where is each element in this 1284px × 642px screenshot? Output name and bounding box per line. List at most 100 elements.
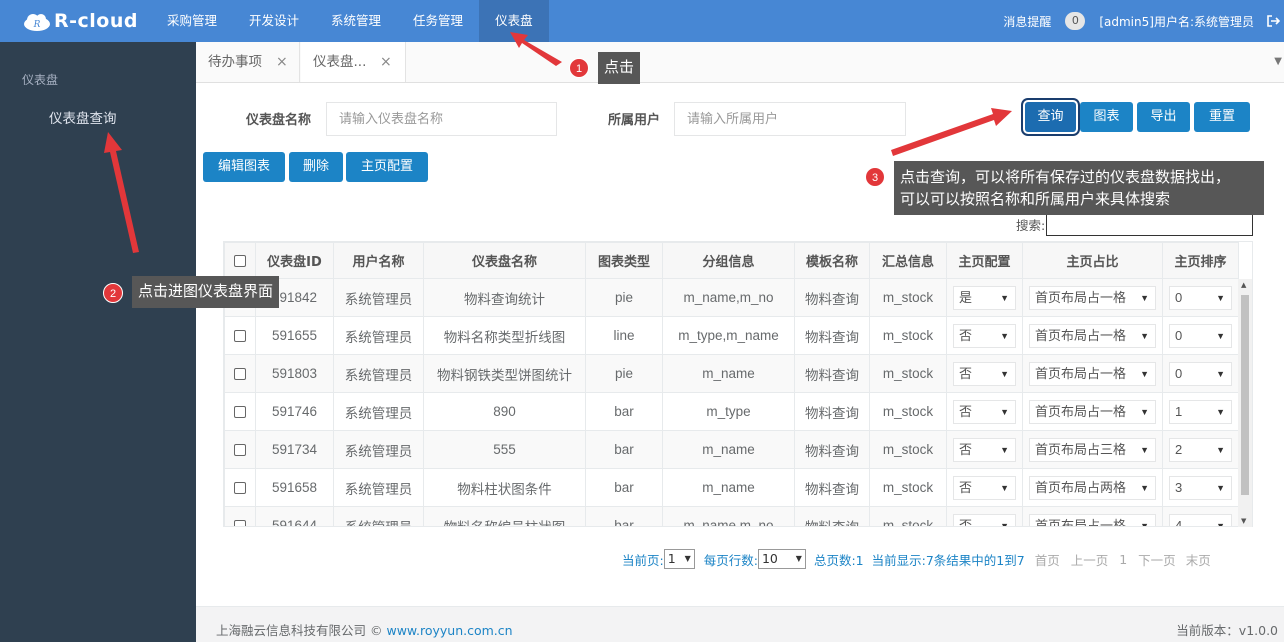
search-input[interactable]	[1046, 213, 1253, 236]
chevron-down-icon: ▼	[1140, 292, 1149, 303]
row-select-cell[interactable]	[224, 392, 256, 431]
home-config-button[interactable]: 主页配置	[346, 152, 428, 182]
row-checkbox[interactable]	[234, 330, 246, 343]
nav-procurement[interactable]: 采购管理	[151, 0, 233, 42]
column-header[interactable]: 模板名称	[794, 242, 870, 279]
annotation-callout-2: 点击进图仪表盘界面	[132, 276, 280, 308]
dashboard-id-cell: 591734	[255, 430, 334, 469]
current-page-select[interactable]: 1 ▼	[663, 549, 695, 569]
close-icon[interactable]: ×	[276, 42, 288, 82]
home-order-select[interactable]: 0 ▼	[1169, 361, 1232, 386]
home-config-select[interactable]: 否 ▼	[953, 361, 1016, 386]
chart-type-cell: bar	[585, 468, 663, 507]
row-select-cell[interactable]	[224, 316, 256, 355]
scrollbar-thumb[interactable]	[1241, 295, 1249, 495]
row-checkbox[interactable]	[234, 444, 246, 457]
nav-dashboard[interactable]: 仪表盘	[479, 0, 549, 42]
column-header[interactable]: 分组信息	[662, 242, 795, 279]
company-link[interactable]: www.royyun.com.cn	[386, 623, 512, 638]
row-checkbox[interactable]	[234, 406, 246, 419]
brand-logo[interactable]: R R-cloud	[22, 9, 138, 33]
row-select-cell[interactable]	[224, 468, 256, 507]
row-checkbox[interactable]	[234, 368, 246, 381]
edit-chart-button[interactable]: 编辑图表	[203, 152, 285, 182]
row-select-cell[interactable]	[224, 430, 256, 469]
page-size-select[interactable]: 10 ▼	[757, 549, 806, 569]
chart-button[interactable]: 图表	[1080, 102, 1133, 132]
table-row[interactable]: 591842 系统管理员 物料查询统计 pie m_name,m_no 物料查询 m_sto…	[224, 278, 1239, 317]
column-header[interactable]: 主页占比	[1022, 242, 1163, 279]
chart-type-cell: pie	[585, 278, 663, 317]
row-checkbox[interactable]	[234, 482, 246, 495]
delete-button[interactable]: 删除	[289, 152, 343, 182]
home-order-select[interactable]: 2 ▼	[1169, 437, 1232, 462]
home-ratio-select[interactable]: 首页布局占两格 ▼	[1029, 475, 1156, 500]
column-header[interactable]: 仪表盘ID	[255, 242, 334, 279]
home-ratio-select[interactable]: 首页布局占一格 ▼	[1029, 323, 1156, 348]
export-button[interactable]: 导出	[1137, 102, 1190, 132]
column-header[interactable]: 用户名称	[333, 242, 424, 279]
home-order-select[interactable]: 1 ▼	[1169, 399, 1232, 424]
reset-button[interactable]: 重置	[1194, 102, 1250, 132]
tab-todo[interactable]: 待办事项 ×	[196, 42, 300, 82]
home-config-select[interactable]: 否 ▼	[953, 513, 1016, 526]
prev-page-link[interactable]: 上一页	[1071, 550, 1109, 569]
row-checkbox[interactable]	[234, 520, 246, 526]
nav-system-mgmt[interactable]: 系统管理	[315, 0, 397, 42]
sidebar-item-dashboard-query[interactable]: 仪表盘查询	[49, 107, 117, 127]
dashboard-id-cell: 591658	[255, 468, 334, 507]
table-row[interactable]: 591746 系统管理员 890 bar m_type 物料查询 m_stock 否 ▼ 首页布局…	[224, 392, 1239, 431]
table-row[interactable]: 591734 系统管理员 555 bar m_name 物料查询 m_stock 否 ▼ 首页布局…	[224, 430, 1239, 469]
home-order-select[interactable]: 4 ▼	[1169, 513, 1232, 526]
tab-dashboard[interactable]: 仪表盘... ×	[301, 42, 406, 82]
select-all-cell[interactable]	[224, 242, 256, 279]
select-all-checkbox[interactable]	[234, 254, 246, 267]
table-row[interactable]: 591644 系统管理员 物料名称编号柱状图 bar m_name,m_no 物料查询 m_…	[224, 506, 1239, 526]
home-ratio-select[interactable]: 首页布局占一格 ▼	[1029, 285, 1156, 310]
tab-scroll-down-icon[interactable]: ▼	[1274, 56, 1282, 67]
chevron-down-icon: ▼	[1216, 482, 1225, 493]
home-ratio-select[interactable]: 首页布局占一格 ▼	[1029, 361, 1156, 386]
dashboard-name-input[interactable]: 请输入仪表盘名称	[326, 102, 557, 136]
message-count-badge[interactable]: 0	[1065, 12, 1086, 30]
home-ratio-select[interactable]: 首页布局占一格 ▼	[1029, 513, 1156, 526]
last-page-link[interactable]: 末页	[1186, 550, 1211, 569]
home-order-select[interactable]: 0 ▼	[1169, 323, 1232, 348]
first-page-link[interactable]: 首页	[1035, 550, 1060, 569]
home-config-select[interactable]: 否 ▼	[953, 399, 1016, 424]
nav-dev-design[interactable]: 开发设计	[233, 0, 315, 42]
home-order-select[interactable]: 0 ▼	[1169, 285, 1232, 310]
nav-task-mgmt[interactable]: 任务管理	[397, 0, 479, 42]
scroll-down-icon[interactable]: ▼	[1241, 517, 1246, 525]
column-header[interactable]: 图表类型	[585, 242, 663, 279]
table-row[interactable]: 591658 系统管理员 物料柱状图条件 bar m_name 物料查询 m_stock 否 ▼…	[224, 468, 1239, 507]
home-ratio-select[interactable]: 首页布局占三格 ▼	[1029, 437, 1156, 462]
logout-icon[interactable]	[1266, 14, 1281, 28]
close-icon[interactable]: ×	[380, 42, 392, 82]
query-button[interactable]: 查询	[1025, 102, 1076, 132]
page-number-link[interactable]: 1	[1119, 552, 1127, 567]
column-header[interactable]: 汇总信息	[869, 242, 947, 279]
home-config-select[interactable]: 否 ▼	[953, 323, 1016, 348]
column-header[interactable]: 主页排序	[1162, 242, 1239, 279]
home-ratio-select[interactable]: 首页布局占一格 ▼	[1029, 399, 1156, 424]
home-config-select[interactable]: 否 ▼	[953, 475, 1016, 500]
table-row[interactable]: 591655 系统管理员 物料名称类型折线图 line m_type,m_name 物料查…	[224, 316, 1239, 355]
message-label[interactable]: 消息提醒	[1003, 13, 1051, 30]
next-page-link[interactable]: 下一页	[1138, 550, 1176, 569]
home-config-select[interactable]: 否 ▼	[953, 437, 1016, 462]
table-scrollbar[interactable]: ▲ ▼	[1238, 279, 1252, 527]
owner-user-input[interactable]: 请输入所属用户	[674, 102, 906, 136]
home-order-select[interactable]: 3 ▼	[1169, 475, 1232, 500]
column-header[interactable]: 仪表盘名称	[423, 242, 586, 279]
column-header[interactable]: 主页配置	[946, 242, 1023, 279]
sidebar-group-dashboard[interactable]: 仪表盘	[22, 71, 58, 88]
row-select-cell[interactable]	[224, 506, 256, 526]
home-config-select-cell: 否 ▼	[946, 354, 1023, 393]
home-config-select[interactable]: 是 ▼	[953, 285, 1016, 310]
select-value: 2	[1175, 441, 1183, 457]
table-row[interactable]: 591803 系统管理员 物料钢铁类型饼图统计 pie m_name 物料查询 m_stoc…	[224, 354, 1239, 393]
table-header-row: 仪表盘ID 用户名称 仪表盘名称 图表类型 分组信息 模板名称 汇总信息 主页配…	[224, 242, 1239, 279]
row-select-cell[interactable]	[224, 354, 256, 393]
scroll-up-icon[interactable]: ▲	[1241, 281, 1246, 289]
